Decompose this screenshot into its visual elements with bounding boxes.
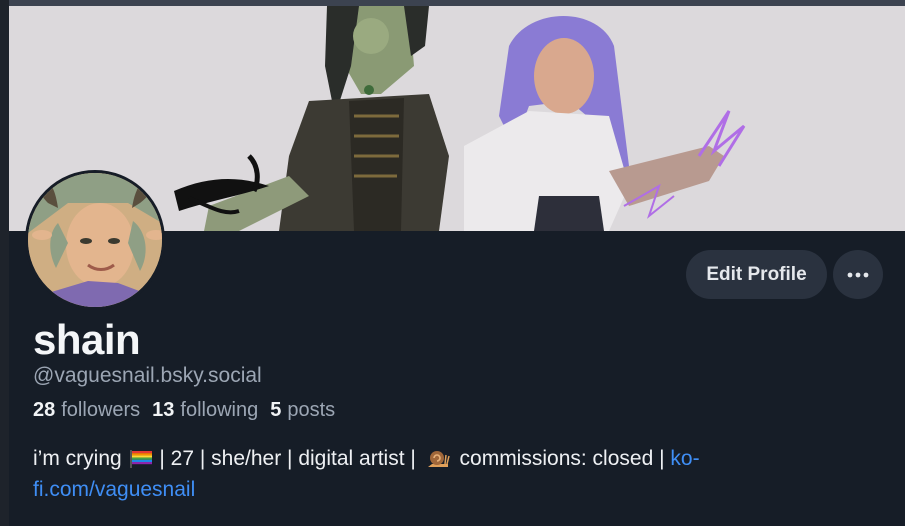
more-dots-icon bbox=[847, 272, 869, 277]
bio-text-1: i’m crying bbox=[33, 447, 122, 470]
posts-stat: 5 posts bbox=[270, 399, 335, 422]
posts-label: posts bbox=[287, 399, 336, 421]
following-label: following bbox=[180, 399, 259, 421]
profile-card: Edit Profile shain @vaguesnail.bsky.soci… bbox=[9, 6, 905, 526]
profile-bio: i’m crying | 27 | she/her | digital arti… bbox=[33, 443, 823, 505]
bio-text-3: commissions: closed | bbox=[459, 447, 665, 470]
profile-stats: 28 followers 13 following 5 posts bbox=[33, 399, 335, 422]
avatar[interactable] bbox=[25, 170, 165, 310]
edit-profile-button[interactable]: Edit Profile bbox=[686, 250, 827, 299]
followers-count: 28 bbox=[33, 399, 56, 421]
bio-text-2: | 27 | she/her | digital artist | bbox=[159, 447, 416, 470]
followers-label: followers bbox=[61, 399, 141, 421]
more-options-button[interactable] bbox=[833, 250, 883, 299]
following-stat[interactable]: 13 following bbox=[152, 399, 258, 422]
followers-stat[interactable]: 28 followers bbox=[33, 399, 140, 422]
display-name: shain bbox=[33, 316, 141, 363]
window-left-strip bbox=[0, 0, 9, 526]
following-count: 13 bbox=[152, 399, 175, 421]
posts-count: 5 bbox=[270, 399, 282, 421]
rainbow-flag-icon bbox=[129, 450, 152, 468]
snail-icon bbox=[427, 451, 450, 467]
handle: @vaguesnail.bsky.social bbox=[33, 364, 262, 387]
